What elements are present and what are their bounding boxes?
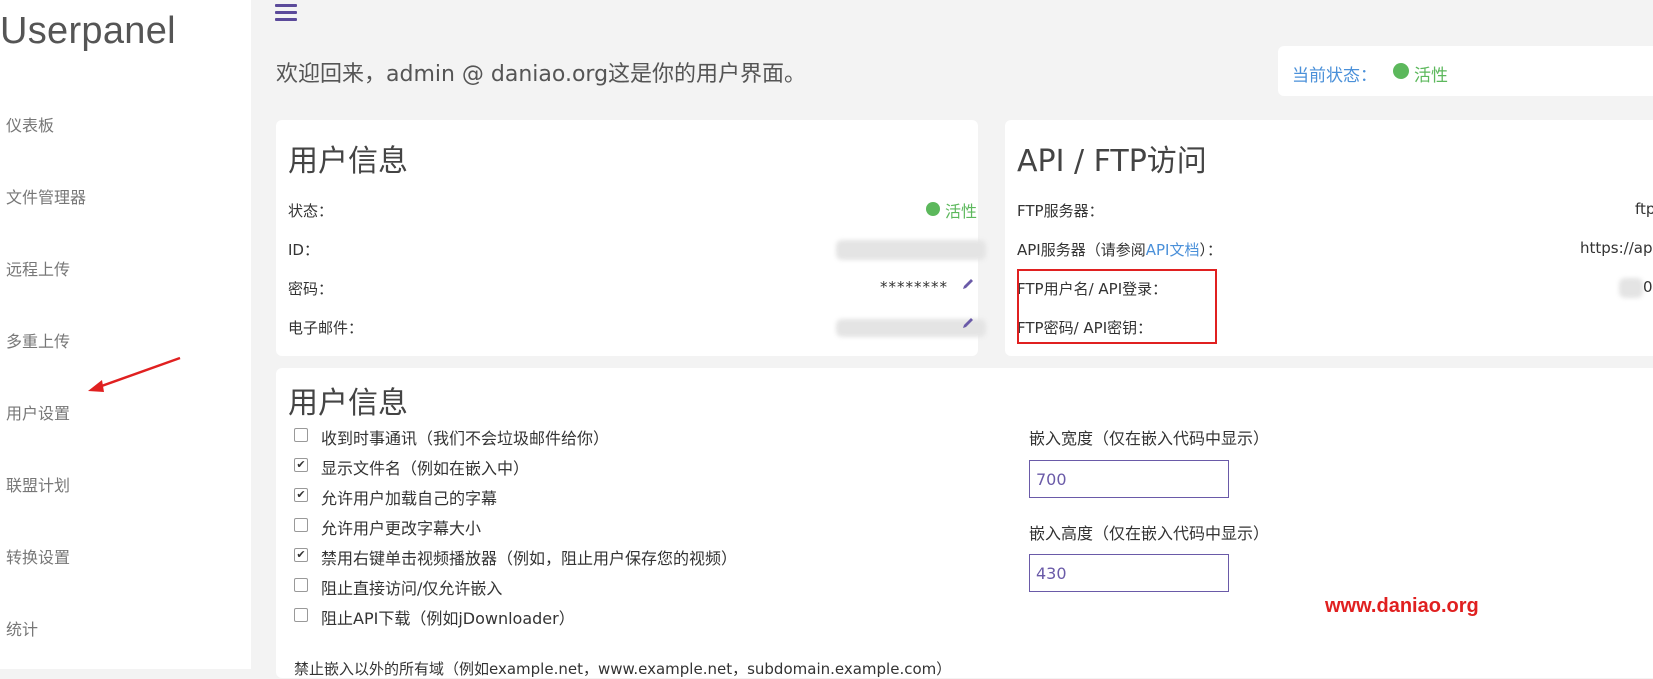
sidebar-item-affiliate[interactable]: 联盟计划 (6, 472, 70, 496)
edit-password-pencil-icon[interactable] (961, 277, 975, 291)
password-value: ******** (880, 278, 948, 296)
sidebar-item-conversion[interactable]: 转换设置 (6, 544, 70, 568)
ftp-server-value: ftp (1635, 200, 1653, 218)
current-status-box: 当前状态： 活性 (1278, 46, 1653, 96)
sidebar-item-stats[interactable]: 统计 (6, 616, 38, 640)
status-dot-icon (1393, 63, 1409, 79)
edit-email-pencil-icon[interactable] (961, 316, 975, 330)
hamburger-icon[interactable] (275, 4, 297, 22)
checkbox-label: 收到时事通讯（我们不会垃圾邮件给你） (321, 429, 610, 448)
checkbox-block-direct[interactable] (294, 578, 308, 592)
embed-width-input[interactable]: 700 (1029, 460, 1229, 498)
id-row-label: ID： (288, 241, 319, 259)
status-label: 当前状态： (1292, 66, 1377, 86)
api-server-value: https://api (1580, 239, 1653, 257)
welcome-message: 欢迎回来，admin @ daniao.org这是你的用户界面。 (276, 62, 807, 87)
api-ftp-title: API / FTP访问 (1017, 144, 1207, 179)
checkbox-label: 禁用右键单击视频播放器（例如，阻止用户保存您的视频） (321, 549, 738, 568)
sidebar-item-file-manager[interactable]: 文件管理器 (6, 184, 86, 208)
sidebar: Userpanel 仪表板 文件管理器 远程上传 多重上传 用户设置 联盟计划 … (0, 0, 251, 669)
api-server-prefix: API服务器（请参阅 (1017, 241, 1146, 259)
embed-width-label: 嵌入宽度（仅在嵌入代码中显示） (1029, 429, 1270, 448)
email-row-label: 电子邮件： (288, 319, 364, 337)
checkbox-label: 允许用户更改字幕大小 (321, 519, 482, 538)
settings-title: 用户信息 (288, 386, 408, 421)
checkbox-show-filename[interactable]: ✔ (294, 458, 308, 472)
checkbox-label: 显示文件名（例如在嵌入中） (321, 459, 530, 478)
id-value-redacted (836, 240, 986, 260)
sidebar-item-dashboard[interactable]: 仪表板 (6, 112, 54, 136)
checkbox-subtitle-size[interactable] (294, 518, 308, 532)
main-content: 欢迎回来，admin @ daniao.org这是你的用户界面。 当前状态： 活… (251, 0, 1653, 678)
active-status: 活性 (945, 202, 978, 221)
red-arrow-annotation (88, 356, 181, 392)
api-server-label: API服务器（请参阅API文档）： (1017, 239, 1222, 260)
brand-logo[interactable]: Userpanel (0, 10, 176, 53)
checkbox-newsletter[interactable] (294, 428, 308, 442)
embed-height-input[interactable]: 430 (1029, 554, 1229, 592)
ftp-user-redacted (1619, 278, 1643, 298)
active-dot-icon (926, 202, 940, 216)
api-docs-link[interactable]: API文档 (1146, 241, 1200, 259)
sidebar-item-multi-upload[interactable]: 多重上传 (6, 328, 70, 352)
sidebar-item-user-settings[interactable]: 用户设置 (6, 400, 70, 424)
status-value: 活性 (1414, 66, 1448, 86)
settings-card: 用户信息 收到时事通讯（我们不会垃圾邮件给你） ✔ 显示文件名（例如在嵌入中） … (276, 368, 1653, 678)
api-server-suffix: ）： (1199, 241, 1222, 259)
checkbox-label: 阻止直接访问/仅允许嵌入 (321, 579, 503, 598)
password-row-label: 密码： (288, 280, 334, 298)
checkbox-disable-rightclick[interactable]: ✔ (294, 548, 308, 562)
sidebar-item-remote-upload[interactable]: 远程上传 (6, 256, 70, 280)
api-ftp-card: API / FTP访问 FTP服务器： ftp API服务器（请参阅API文档）… (1005, 120, 1653, 356)
checkbox-label: 允许用户加载自己的字幕 (321, 489, 498, 508)
checkbox-load-subtitles[interactable]: ✔ (294, 488, 308, 502)
user-info-card: 用户信息 状态： 活性 ID： 密码： ******** 电子邮件： (276, 120, 986, 356)
user-info-title: 用户信息 (288, 144, 408, 179)
ftp-user-value: 0e (1643, 278, 1653, 296)
red-highlight-box (1017, 269, 1217, 344)
checkbox-block-api-download[interactable] (294, 608, 308, 622)
checkbox-label: 阻止API下载（例如jDownloader） (321, 609, 575, 628)
watermark: www.daniao.org (1325, 595, 1479, 617)
status-row-label: 状态： (288, 202, 334, 220)
ftp-server-label: FTP服务器： (1017, 202, 1104, 220)
embed-height-label: 嵌入高度（仅在嵌入代码中显示） (1029, 524, 1270, 543)
